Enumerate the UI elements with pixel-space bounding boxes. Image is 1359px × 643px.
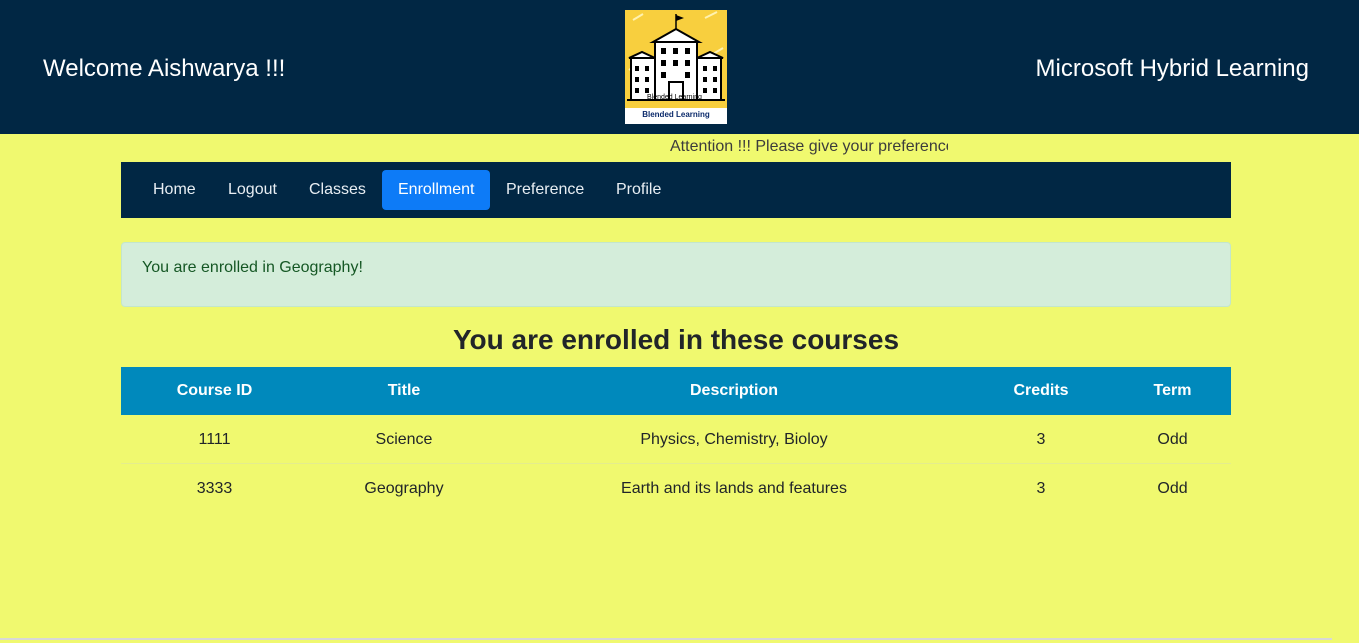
header-description: Description bbox=[689, 382, 778, 399]
table-row: 3333 Geography Earth and its lands and f… bbox=[121, 464, 1231, 513]
nav-profile[interactable]: Profile bbox=[600, 170, 677, 210]
cell-term: Odd bbox=[1157, 480, 1188, 497]
header-course-id: Course ID bbox=[176, 382, 253, 399]
cell-credits: 3 bbox=[1036, 480, 1046, 497]
logo-small-text: Blended Learning bbox=[647, 94, 702, 101]
main-navbar: Home Logout Classes Enrollment Preferenc… bbox=[121, 162, 1231, 218]
header-term: Term bbox=[1153, 382, 1192, 399]
cell-description: Earth and its lands and features bbox=[621, 480, 847, 497]
cell-term: Odd bbox=[1157, 431, 1188, 448]
horizontal-scrollbar[interactable] bbox=[0, 638, 1332, 640]
welcome-message: Welcome Aishwarya !!! bbox=[43, 55, 286, 82]
top-header: Welcome Aishwarya !!! Blended Learning B… bbox=[0, 0, 1359, 134]
nav-classes[interactable]: Classes bbox=[293, 170, 382, 210]
cell-description: Physics, Chemistry, Bioloy bbox=[640, 431, 828, 448]
cell-credits: 3 bbox=[1036, 431, 1046, 448]
header-title: Title bbox=[387, 382, 421, 399]
attention-marquee: Attention !!! Please give your preferenc… bbox=[650, 138, 948, 156]
blended-learning-logo: Blended Learning Blended Learning bbox=[625, 10, 727, 124]
cell-course-id: 1111 bbox=[198, 431, 231, 448]
cell-title: Science bbox=[375, 431, 433, 448]
nav-enrollment[interactable]: Enrollment bbox=[382, 170, 491, 210]
nav-preference[interactable]: Preference bbox=[490, 170, 600, 210]
table-header: Course ID Title Description Credits Term bbox=[121, 367, 1231, 415]
nav-home[interactable]: Home bbox=[137, 170, 212, 210]
cell-course-id: 3333 bbox=[196, 480, 233, 497]
header-credits: Credits bbox=[1013, 382, 1069, 399]
table-row: 1111 Science Physics, Chemistry, Bioloy … bbox=[121, 415, 1231, 464]
marquee-text: Attention !!! Please give your preferenc… bbox=[670, 138, 948, 155]
enrolled-courses-table: Course ID Title Description Credits Term… bbox=[121, 367, 1231, 513]
cell-title: Geography bbox=[364, 480, 444, 497]
logo-caption: Blended Learning bbox=[642, 110, 710, 119]
alert-message: You are enrolled in Geography! bbox=[142, 259, 363, 276]
brand-title: Microsoft Hybrid Learning bbox=[1035, 55, 1309, 82]
school-building-icon bbox=[625, 10, 727, 108]
success-alert: You are enrolled in Geography! bbox=[121, 242, 1231, 307]
section-title: You are enrolled in these courses bbox=[452, 324, 900, 355]
nav-logout[interactable]: Logout bbox=[212, 170, 293, 210]
